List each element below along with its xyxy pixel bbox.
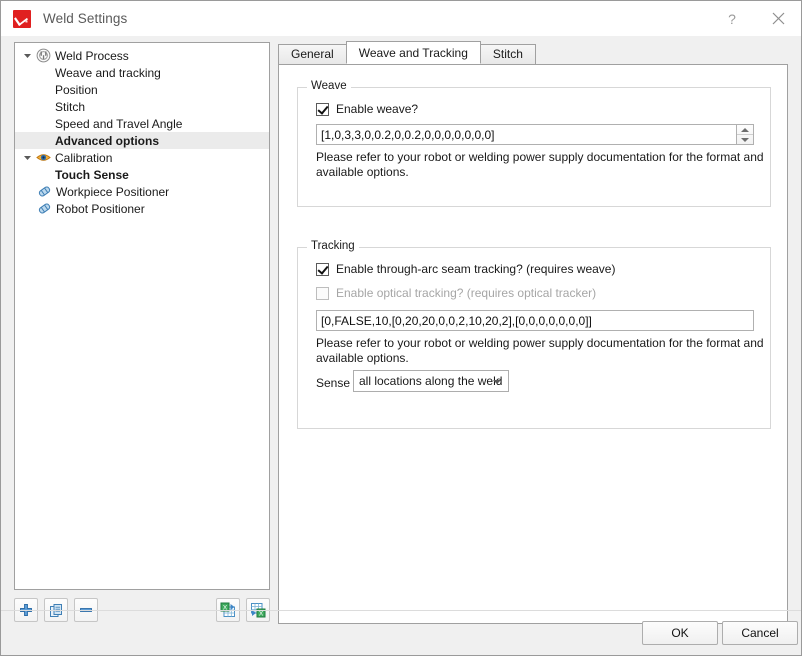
tree-item-weld-process[interactable]: Weld Process bbox=[15, 47, 269, 64]
sense-dropdown-value: all locations along the weld bbox=[359, 374, 503, 388]
ok-button[interactable]: OK bbox=[642, 621, 718, 645]
cancel-button[interactable]: Cancel bbox=[722, 621, 798, 645]
enable-arc-tracking-checkbox[interactable] bbox=[316, 262, 329, 276]
tree-item-label: Robot Positioner bbox=[56, 201, 145, 216]
tree-toolbar: X X bbox=[14, 596, 270, 626]
enable-weave-checkbox[interactable] bbox=[316, 102, 329, 116]
tree-item-weave-and-tracking[interactable]: Weave and tracking bbox=[15, 64, 269, 81]
sense-dropdown[interactable]: all locations along the weld bbox=[353, 370, 509, 392]
spinner-down-button[interactable] bbox=[737, 135, 753, 144]
tree-item-speed-and-travel-angle[interactable]: Speed and Travel Angle bbox=[15, 115, 269, 132]
tree-item-label: Speed and Travel Angle bbox=[55, 116, 183, 131]
weld-process-icon bbox=[35, 48, 52, 64]
enable-optical-tracking-label: Enable optical tracking? (requires optic… bbox=[336, 286, 597, 300]
tree-item-touch-sense[interactable]: Touch Sense bbox=[15, 166, 269, 183]
spinner-up-button[interactable] bbox=[737, 125, 753, 135]
chevron-down-icon bbox=[493, 380, 501, 384]
tree-item-label: Advanced options bbox=[55, 133, 160, 148]
weave-group: Weave Enable weave? [1,0,3,3,0,0.2,0,0.2… bbox=[297, 80, 771, 207]
tracking-parameters-input[interactable]: [0,FALSE,10,[0,20,20,0,0,2,10,20,2],[0,0… bbox=[316, 310, 754, 331]
tree-item-label: Stitch bbox=[55, 99, 86, 114]
caret-down-icon bbox=[741, 137, 749, 142]
positioner-icon bbox=[36, 201, 53, 217]
tree-item-stitch[interactable]: Stitch bbox=[15, 98, 269, 115]
enable-optical-tracking-checkbox bbox=[316, 286, 329, 300]
tree-item-label: Weld Process bbox=[55, 48, 129, 63]
enable-weave-row[interactable]: Enable weave? bbox=[316, 102, 418, 116]
window-title: Weld Settings bbox=[43, 11, 128, 26]
tracking-hint-text: Please refer to your robot or welding po… bbox=[316, 336, 764, 365]
tree-item-label: Calibration bbox=[55, 150, 113, 165]
enable-optical-tracking-row: Enable optical tracking? (requires optic… bbox=[316, 286, 596, 300]
tab-weave-and-tracking[interactable]: Weave and Tracking bbox=[345, 41, 481, 64]
dialog-content: Weld Process Weave and tracking Position… bbox=[1, 36, 801, 655]
tree-item-robot-positioner[interactable]: Robot Positioner bbox=[15, 200, 269, 217]
app-logo-icon bbox=[13, 9, 31, 28]
settings-tree[interactable]: Weld Process Weave and tracking Position… bbox=[14, 42, 270, 590]
chevron-down-icon[interactable] bbox=[19, 150, 35, 166]
tracking-group-title: Tracking bbox=[307, 240, 359, 252]
enable-arc-tracking-row[interactable]: Enable through-arc seam tracking? (requi… bbox=[316, 262, 615, 276]
close-button[interactable] bbox=[755, 1, 801, 36]
footer-divider bbox=[1, 610, 801, 611]
close-icon bbox=[772, 12, 784, 25]
tree-item-workpiece-positioner[interactable]: Workpiece Positioner bbox=[15, 183, 269, 200]
tracking-group: Tracking Enable through-arc seam trackin… bbox=[297, 240, 771, 429]
tab-general[interactable]: General bbox=[278, 44, 347, 64]
weave-parameters-spinner[interactable] bbox=[737, 124, 754, 145]
weave-parameters-input[interactable]: [1,0,3,3,0,0.2,0,0.2,0,0,0,0,0,0,0] bbox=[316, 124, 737, 145]
tree-item-label: Weave and tracking bbox=[55, 65, 161, 80]
enable-weave-label: Enable weave? bbox=[336, 102, 419, 116]
positioner-icon bbox=[36, 184, 53, 200]
tree-item-label: Position bbox=[55, 82, 98, 97]
help-button[interactable]: ? bbox=[709, 1, 755, 36]
eye-icon bbox=[35, 150, 52, 166]
title-bar: Weld Settings ? bbox=[1, 1, 801, 36]
tree-item-label: Workpiece Positioner bbox=[56, 184, 170, 199]
tree-item-position[interactable]: Position bbox=[15, 81, 269, 98]
sense-label: Sense bbox=[316, 376, 351, 390]
weave-group-title: Weave bbox=[307, 80, 351, 92]
tree-item-calibration[interactable]: Calibration bbox=[15, 149, 269, 166]
tab-panel-weave-and-tracking: Weave Enable weave? [1,0,3,3,0,0.2,0,0.2… bbox=[278, 64, 788, 624]
weave-hint-text: Please refer to your robot or welding po… bbox=[316, 150, 764, 179]
enable-arc-tracking-label: Enable through-arc seam tracking? (requi… bbox=[336, 262, 616, 276]
title-bar-buttons: ? bbox=[709, 1, 801, 36]
tree-item-advanced-options[interactable]: Advanced options bbox=[15, 132, 269, 149]
caret-up-icon bbox=[741, 127, 749, 132]
chevron-down-icon[interactable] bbox=[19, 48, 35, 64]
svg-text:X: X bbox=[259, 610, 264, 617]
tab-stitch[interactable]: Stitch bbox=[479, 44, 536, 64]
question-mark-icon: ? bbox=[728, 10, 736, 27]
tab-strip: General Weave and Tracking Stitch bbox=[278, 41, 788, 64]
tree-item-label: Touch Sense bbox=[55, 167, 129, 182]
weld-settings-dialog: Weld Settings ? Weld Process Weave and t… bbox=[0, 0, 802, 656]
